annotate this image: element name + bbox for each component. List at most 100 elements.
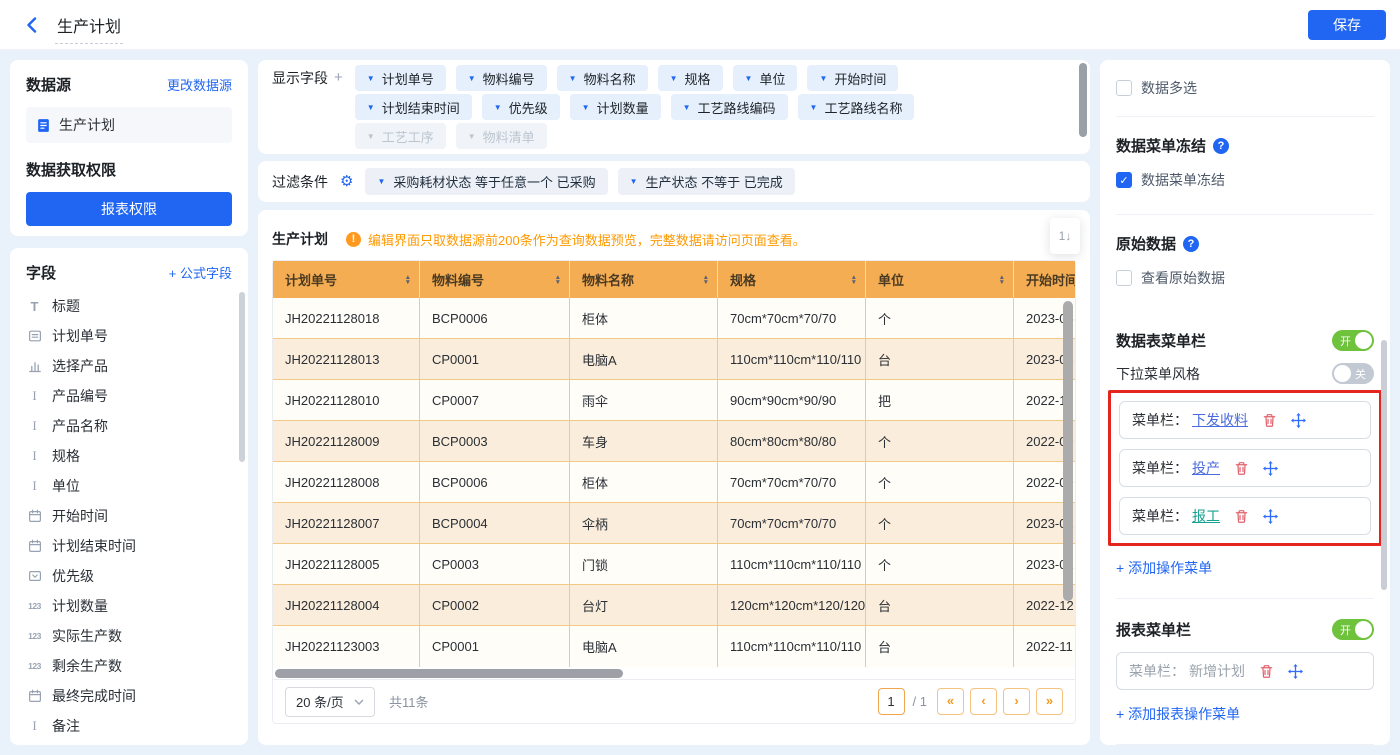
field-item[interactable]: T标题: [26, 291, 232, 321]
page-input[interactable]: 1: [878, 688, 905, 715]
menu-name-link[interactable]: 新增计划: [1189, 661, 1245, 681]
sort-carets-icon[interactable]: ▲▼: [703, 275, 709, 285]
sort-carets-icon[interactable]: ▲▼: [999, 275, 1005, 285]
move-icon[interactable]: [1288, 664, 1303, 679]
caret-down-icon[interactable]: ▼: [670, 74, 678, 83]
table-row[interactable]: JH20221128007BCP0004伞柄70cm*70cm*70/70个20…: [273, 503, 1075, 544]
caret-down-icon[interactable]: ▼: [810, 103, 818, 112]
trash-icon[interactable]: [1259, 664, 1274, 679]
move-icon[interactable]: [1263, 461, 1278, 476]
table-menu-toggle[interactable]: 开: [1332, 330, 1374, 351]
caret-down-icon[interactable]: ▼: [494, 103, 502, 112]
column-header[interactable]: 单位▲▼: [866, 261, 1014, 298]
sort-order-icon[interactable]: 1↓: [1050, 218, 1080, 254]
help-icon[interactable]: ?: [1183, 236, 1199, 252]
formula-field-link[interactable]: + 公式字段: [169, 263, 232, 282]
fields-scrollbar[interactable]: [239, 292, 245, 462]
display-field-tag[interactable]: ▼工艺路线名称: [798, 94, 915, 120]
caret-down-icon[interactable]: ▼: [377, 177, 385, 186]
settings-scrollbar[interactable]: [1381, 340, 1387, 590]
display-field-tag[interactable]: ▼计划结束时间: [355, 94, 472, 120]
first-page-button[interactable]: «: [937, 688, 964, 715]
caret-down-icon[interactable]: ▼: [468, 74, 476, 83]
table-vertical-scrollbar[interactable]: [1063, 301, 1073, 601]
caret-down-icon[interactable]: ▼: [367, 103, 375, 112]
column-header[interactable]: 规格▲▼: [718, 261, 866, 298]
caret-down-icon[interactable]: ▼: [630, 177, 638, 186]
menu-name-link[interactable]: 报工: [1192, 506, 1220, 526]
caret-down-icon[interactable]: ▼: [819, 74, 827, 83]
report-permission-button[interactable]: 报表权限: [26, 192, 232, 226]
sort-carets-icon[interactable]: ▲▼: [555, 275, 561, 285]
caret-down-icon[interactable]: ▼: [745, 74, 753, 83]
gear-icon[interactable]: ⚙: [340, 174, 353, 189]
caret-down-icon[interactable]: ▼: [569, 74, 577, 83]
field-item[interactable]: 优先级: [26, 561, 232, 591]
field-item[interactable]: 选择产品: [26, 351, 232, 381]
field-item[interactable]: I产品编号: [26, 381, 232, 411]
column-header[interactable]: 物料编号▲▼: [420, 261, 570, 298]
move-icon[interactable]: [1263, 509, 1278, 524]
table-row[interactable]: JH20221128010CP0007雨伞90cm*90cm*90/90把202…: [273, 380, 1075, 421]
move-icon[interactable]: [1291, 413, 1306, 428]
add-action-menu-link[interactable]: + 添加操作菜单: [1116, 558, 1212, 578]
column-header[interactable]: 物料名称▲▼: [570, 261, 718, 298]
trash-icon[interactable]: [1234, 461, 1249, 476]
field-item[interactable]: 计划结束时间: [26, 531, 232, 561]
display-field-tag[interactable]: ▼规格: [658, 65, 723, 91]
field-item[interactable]: 开始时间: [26, 501, 232, 531]
display-field-tag[interactable]: ▼单位: [733, 65, 798, 91]
field-item[interactable]: 最终完成时间: [26, 681, 232, 711]
menu-freeze-checkbox[interactable]: ✓: [1116, 172, 1132, 188]
field-item[interactable]: I产品名称: [26, 411, 232, 441]
display-field-tag[interactable]: ▼物料名称: [557, 65, 648, 91]
back-icon[interactable]: [26, 17, 37, 33]
datasource-item[interactable]: 生产计划: [26, 107, 232, 143]
display-field-tag[interactable]: ▼优先级: [482, 94, 560, 120]
menu-name-link[interactable]: 下发收料: [1192, 410, 1248, 430]
page-size-select[interactable]: 20 条/页: [285, 687, 375, 717]
table-row[interactable]: JH20221123003CP0001电脑A110cm*110cm*110/11…: [273, 626, 1075, 667]
add-report-menu-link[interactable]: + 添加报表操作菜单: [1116, 704, 1240, 724]
menu-name-link[interactable]: 投产: [1192, 458, 1220, 478]
caret-down-icon[interactable]: ▼: [582, 103, 590, 112]
column-header[interactable]: 计划单号▲▼: [273, 261, 420, 298]
caret-down-icon[interactable]: ▼: [468, 132, 476, 141]
filter-condition-tag[interactable]: ▼生产状态 不等于 已完成: [618, 168, 795, 195]
filter-condition-tag[interactable]: ▼采购耗材状态 等于任意一个 已采购: [365, 168, 607, 195]
table-row[interactable]: JH20221128018BCP0006柜体70cm*70cm*70/70个20…: [273, 298, 1075, 339]
multi-select-checkbox[interactable]: [1116, 80, 1132, 96]
sort-carets-icon[interactable]: ▲▼: [851, 275, 857, 285]
table-row[interactable]: JH20221128013CP0001电脑A110cm*110cm*110/11…: [273, 339, 1075, 380]
display-field-tag[interactable]: ▼计划单号: [355, 65, 446, 91]
last-page-button[interactable]: »: [1036, 688, 1063, 715]
field-item[interactable]: 计划单号: [26, 321, 232, 351]
display-field-tag[interactable]: ▼工艺工序: [355, 123, 446, 149]
report-menu-toggle[interactable]: 开: [1332, 619, 1374, 640]
field-item[interactable]: 123剩余生产数: [26, 651, 232, 681]
add-field-icon[interactable]: +: [334, 65, 343, 149]
dropdown-style-toggle[interactable]: 关: [1332, 363, 1374, 384]
table-row[interactable]: JH20221128008BCP0006柜体70cm*70cm*70/70个20…: [273, 462, 1075, 503]
caret-down-icon[interactable]: ▼: [367, 132, 375, 141]
display-field-tag[interactable]: ▼物料清单: [456, 123, 547, 149]
next-page-button[interactable]: ›: [1003, 688, 1030, 715]
sort-carets-icon[interactable]: ▲▼: [405, 275, 411, 285]
change-datasource-link[interactable]: 更改数据源: [167, 75, 232, 94]
table-row[interactable]: JH20221128009BCP0003车身80cm*80cm*80/80个20…: [273, 421, 1075, 462]
trash-icon[interactable]: [1234, 509, 1249, 524]
table-row[interactable]: JH20221128005CP0003门锁110cm*110cm*110/110…: [273, 544, 1075, 585]
caret-down-icon[interactable]: ▼: [683, 103, 691, 112]
display-field-tag[interactable]: ▼开始时间: [807, 65, 898, 91]
caret-down-icon[interactable]: ▼: [367, 74, 375, 83]
save-button[interactable]: 保存: [1308, 10, 1386, 40]
horizontal-scrollbar[interactable]: [275, 669, 623, 678]
field-item[interactable]: I单位: [26, 471, 232, 501]
prev-page-button[interactable]: ‹: [970, 688, 997, 715]
raw-data-checkbox[interactable]: [1116, 270, 1132, 286]
field-item[interactable]: 123实际生产数: [26, 621, 232, 651]
display-fields-scrollbar[interactable]: [1079, 63, 1087, 137]
display-field-tag[interactable]: ▼计划数量: [570, 94, 661, 120]
column-header[interactable]: 开始时间▲▼: [1014, 261, 1075, 298]
field-item[interactable]: I备注: [26, 711, 232, 741]
